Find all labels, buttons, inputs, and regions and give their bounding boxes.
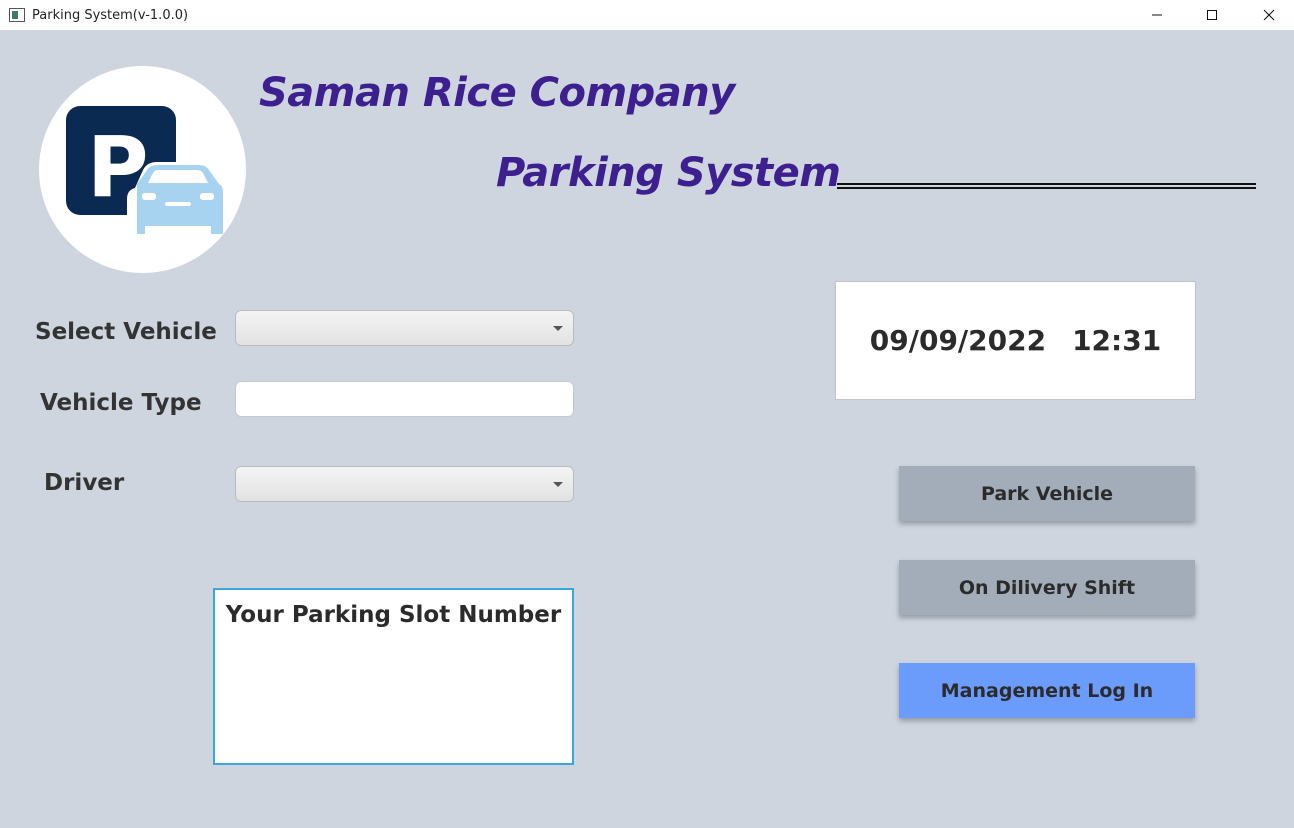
datetime-panel: 09/09/2022 12:31 [835, 281, 1196, 400]
driver-label: Driver [44, 470, 125, 496]
vehicle-type-field[interactable] [235, 381, 574, 417]
select-vehicle-label: Select Vehicle [35, 319, 217, 345]
window-title: Parking System(v-1.0.0) [32, 7, 189, 23]
delivery-shift-button[interactable]: On Dilivery Shift [899, 560, 1195, 615]
close-icon [1263, 9, 1275, 21]
close-button[interactable] [1240, 0, 1294, 30]
vehicle-type-label: Vehicle Type [40, 390, 202, 416]
date-display: 09/09/2022 [869, 324, 1047, 357]
system-title: Parking System [496, 150, 841, 196]
maximize-button[interactable] [1183, 0, 1241, 30]
parking-car-logo-icon: P [66, 106, 229, 234]
minimize-button[interactable] [1128, 0, 1186, 30]
maximize-icon [1207, 10, 1217, 20]
minimize-icon [1152, 14, 1162, 16]
app-window-icon [9, 8, 25, 22]
driver-dropdown[interactable] [235, 466, 574, 502]
parking-slot-title: Your Parking Slot Number [225, 602, 562, 628]
chevron-down-icon [553, 482, 563, 487]
chevron-down-icon [553, 326, 563, 331]
logo: P [39, 66, 246, 273]
company-title: Saman Rice Company [259, 70, 735, 116]
select-vehicle-dropdown[interactable] [235, 310, 574, 346]
park-vehicle-button[interactable]: Park Vehicle [899, 466, 1195, 521]
time-display: 12:31 [1072, 324, 1162, 357]
parking-slot-panel: Your Parking Slot Number [213, 588, 574, 765]
management-login-button[interactable]: Management Log In [899, 663, 1195, 718]
title-divider [837, 183, 1256, 189]
title-bar: Parking System(v-1.0.0) [0, 0, 1294, 30]
